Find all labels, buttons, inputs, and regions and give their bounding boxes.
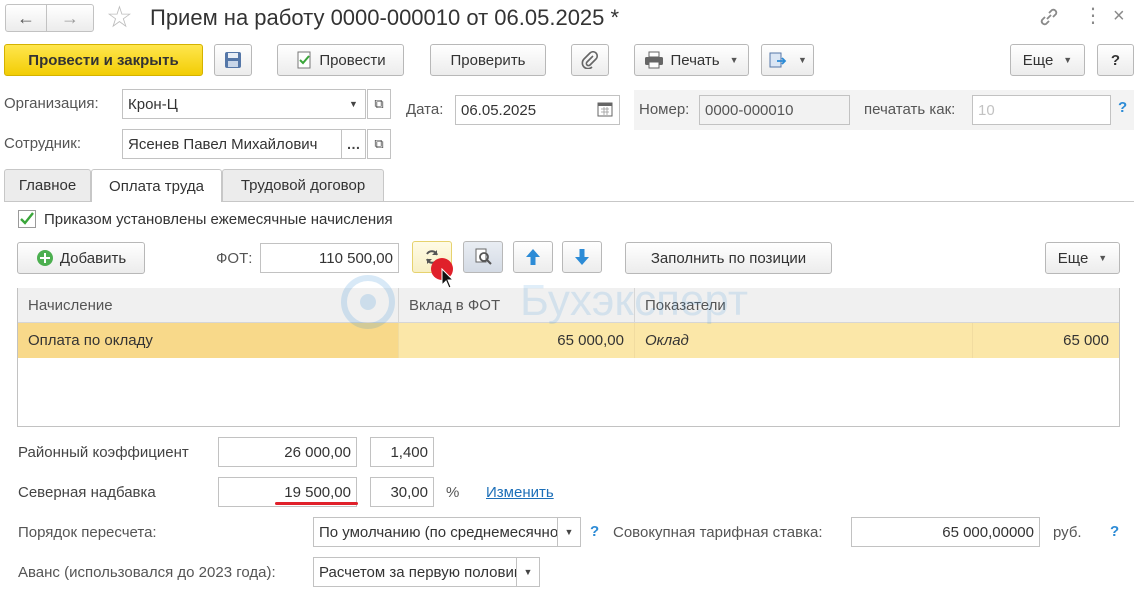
open-window-icon: ⧉ [374, 136, 384, 151]
plus-circle-icon [36, 250, 53, 266]
create-based-on-button[interactable]: ▼ [761, 44, 814, 76]
forward-button[interactable]: → [46, 4, 94, 32]
regional-coef-field[interactable]: 1,400 [370, 437, 434, 467]
advance-label: Аванс (использовался до 2023 года): [18, 564, 276, 581]
monthly-accruals-checkbox[interactable] [18, 210, 36, 228]
recalc-order-help-icon[interactable]: ? [590, 523, 599, 540]
help-button[interactable]: ? [1097, 44, 1134, 76]
arrow-down-icon [575, 249, 589, 265]
row-indicator-value-cell[interactable]: 65 000 [972, 323, 1119, 358]
organization-dropdown-button[interactable]: ▼ [342, 89, 366, 119]
organization-field[interactable]: Крон-Ц [122, 89, 366, 119]
fot-field[interactable]: 110 500,00 [260, 243, 399, 273]
advance-select[interactable]: Расчетом за первую половину месяца [313, 557, 517, 587]
organization-label: Организация: [4, 95, 99, 112]
add-accrual-button[interactable]: Добавить [17, 242, 145, 274]
date-label: Дата: [406, 101, 444, 118]
tab-main[interactable]: Главное [4, 169, 91, 201]
printer-icon [645, 51, 664, 69]
document-arrow-icon [769, 52, 787, 68]
ellipsis-icon: … [346, 136, 361, 152]
tab-payment[interactable]: Оплата труда [91, 169, 222, 202]
number-field[interactable]: 0000-000010 [699, 95, 850, 125]
tariff-rate-help-icon[interactable]: ? [1110, 523, 1119, 540]
post-document-icon [297, 51, 311, 69]
recalc-order-dropdown-button[interactable]: ▼ [557, 517, 581, 547]
arrow-up-icon [526, 249, 540, 265]
post-button[interactable]: Провести [277, 44, 404, 76]
tariff-rate-label: Совокупная тарифная ставка: [613, 524, 823, 541]
regional-amount-field[interactable]: 26 000,00 [218, 437, 357, 467]
checkmark-icon [20, 212, 34, 225]
more-button[interactable]: Еще ▼ [1010, 44, 1085, 76]
arrow-left-icon: ← [17, 7, 35, 28]
percent-sign: % [446, 484, 460, 501]
print-as-help-icon[interactable]: ? [1118, 99, 1127, 116]
chevron-down-icon: ▼ [1063, 55, 1073, 65]
recalc-order-select[interactable]: По умолчанию (по среднемесячному) [313, 517, 558, 547]
post-and-close-button[interactable]: Провести и закрыть [4, 44, 203, 76]
save-button[interactable] [214, 44, 252, 76]
chevron-down-icon: ▼ [349, 99, 358, 109]
monthly-accruals-label: Приказом установлены ежемесячные начисле… [44, 211, 393, 228]
change-link[interactable]: Изменить [486, 484, 554, 501]
organization-open-button[interactable]: ⧉ [367, 89, 391, 119]
move-down-button[interactable] [562, 241, 602, 273]
check-button[interactable]: Проверить [430, 44, 546, 76]
print-button[interactable]: Печать ▼ [634, 44, 749, 76]
close-icon[interactable]: × [1113, 4, 1125, 28]
grid-more-button[interactable]: Еще ▼ [1045, 242, 1120, 274]
fill-by-position-button[interactable]: Заполнить по позиции [625, 242, 832, 274]
north-allowance-label: Северная надбавка [18, 484, 156, 501]
more-vert-icon[interactable]: ⋮ [1083, 4, 1103, 28]
magnifier-icon [475, 248, 492, 265]
employee-label: Сотрудник: [4, 135, 82, 152]
recalc-order-label: Порядок пересчета: [18, 524, 157, 541]
floppy-disk-icon [225, 52, 241, 68]
watermark-text: Бухэксперт [520, 276, 749, 325]
find-in-list-button[interactable] [463, 241, 503, 273]
fot-label: ФОТ: [216, 250, 253, 267]
chevron-down-icon: ▼ [1098, 253, 1108, 263]
chevron-down-icon: ▼ [798, 55, 807, 65]
print-as-field[interactable]: 10 [972, 95, 1111, 125]
paperclip-icon [581, 51, 599, 69]
tab-employment-contract[interactable]: Трудовой договор [222, 169, 384, 201]
favorite-star-icon[interactable]: ☆ [106, 0, 133, 36]
calendar-icon[interactable] [596, 100, 614, 118]
row-indicator-cell[interactable]: Оклад [634, 323, 972, 358]
employee-open-button[interactable]: ⧉ [367, 129, 391, 159]
chevron-down-icon: ▼ [523, 567, 533, 577]
employee-field[interactable]: Ясенев Павел Михайлович [122, 129, 342, 159]
chevron-down-icon: ▼ [729, 55, 739, 65]
move-up-button[interactable] [513, 241, 553, 273]
tariff-rate-field[interactable]: 65 000,00000 [851, 517, 1040, 547]
attach-button[interactable] [571, 44, 609, 76]
employee-select-button[interactable]: … [342, 129, 366, 159]
regional-coef-label: Районный коэффициент [18, 444, 189, 461]
open-window-icon: ⧉ [374, 96, 384, 111]
north-percent-field[interactable]: 30,00 [370, 477, 434, 507]
window-title: Прием на работу 0000-000010 от 06.05.202… [150, 5, 620, 30]
watermark-logo [328, 272, 408, 336]
back-button[interactable]: ← [5, 4, 47, 32]
advance-dropdown-button[interactable]: ▼ [516, 557, 540, 587]
row-contribution-cell[interactable]: 65 000,00 [398, 323, 634, 358]
red-underline-mark [275, 502, 358, 505]
link-icon[interactable] [1038, 6, 1060, 28]
number-label: Номер: [639, 101, 690, 118]
currency-label: руб. [1053, 524, 1082, 541]
arrow-right-icon: → [61, 7, 79, 28]
chevron-down-icon: ▼ [564, 527, 574, 537]
print-as-label: печатать как: [864, 101, 956, 118]
